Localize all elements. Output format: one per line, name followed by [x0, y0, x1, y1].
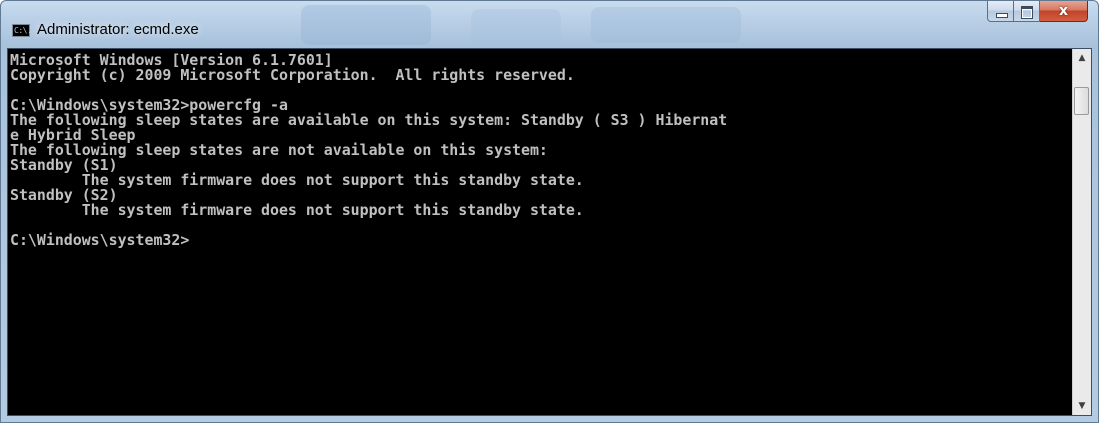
console-window: C:\. Administrator: ecmd.exe x Microsoft…: [0, 0, 1099, 423]
window-title: Administrator: ecmd.exe: [37, 21, 199, 38]
console-line: The following sleep states are not avail…: [10, 141, 548, 159]
console-area[interactable]: Microsoft Windows [Version 6.1.7601] Copy…: [7, 48, 1092, 416]
console-icon[interactable]: C:\.: [12, 24, 32, 37]
console-line: The following sleep states are available…: [10, 111, 728, 129]
console-icon-label: C:\.: [14, 26, 32, 35]
console-line: The system firmware does not support thi…: [10, 171, 584, 189]
scroll-down-icon[interactable]: ▼: [1073, 397, 1091, 415]
maximize-button[interactable]: [1014, 1, 1040, 22]
scroll-up-icon[interactable]: ▲: [1073, 49, 1091, 67]
close-button[interactable]: x: [1040, 1, 1088, 22]
console-line: Copyright (c) 2009 Microsoft Corporation…: [10, 66, 575, 84]
console-line: The system firmware does not support thi…: [10, 201, 584, 219]
minimize-button[interactable]: [987, 1, 1014, 22]
scrollbar-thumb[interactable]: [1074, 87, 1089, 115]
close-icon: x: [1058, 3, 1069, 19]
console-output[interactable]: Microsoft Windows [Version 6.1.7601] Copy…: [10, 53, 1070, 413]
maximize-icon: [1021, 6, 1033, 19]
vertical-scrollbar[interactable]: ▲ ▼: [1072, 49, 1091, 415]
title-bar[interactable]: C:\. Administrator: ecmd.exe x: [1, 1, 1098, 49]
caption-buttons: x: [987, 1, 1088, 22]
minimize-icon: [996, 13, 1008, 18]
console-line: C:\Windows\system32>: [10, 231, 190, 249]
